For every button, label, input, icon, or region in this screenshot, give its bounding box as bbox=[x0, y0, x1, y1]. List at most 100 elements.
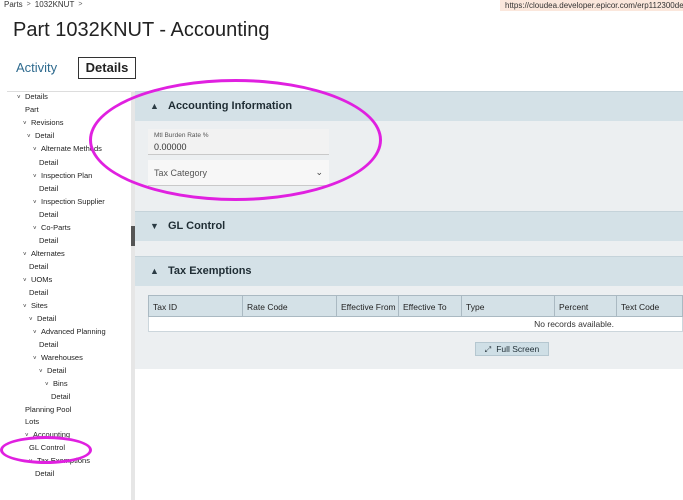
panel-gl-control-header[interactable]: ▼ GL Control bbox=[135, 211, 683, 241]
tree-item-label: Detail bbox=[51, 392, 71, 401]
chevron-down-icon: ˅ bbox=[23, 121, 27, 127]
tree-item-label: GL Control bbox=[29, 443, 65, 452]
expand-icon: ⤢ bbox=[484, 345, 492, 354]
chevron-down-icon: ⌄ bbox=[315, 167, 323, 177]
col-tax-id[interactable]: Tax ID bbox=[149, 296, 243, 316]
tree-item[interactable]: Planning Pool bbox=[25, 405, 71, 414]
tree-item-label: Detail bbox=[35, 131, 55, 140]
tree-item-label: Detail bbox=[29, 288, 49, 297]
tree-item[interactable]: Detail bbox=[39, 184, 58, 193]
tree-item-label: Detail bbox=[37, 314, 57, 323]
tree-item-label: Part bbox=[25, 105, 39, 114]
tree-item-label: Co-Parts bbox=[41, 223, 71, 232]
chevron-up-icon: ▲ bbox=[150, 101, 159, 111]
tree-item-label: Inspection Plan bbox=[41, 171, 93, 180]
chevron-right-icon: > bbox=[26, 1, 31, 8]
tree-item[interactable]: ˅ Warehouses bbox=[33, 353, 83, 364]
tree-item[interactable]: ˅ UOMs bbox=[23, 275, 52, 286]
tree-item[interactable]: ˅ Details bbox=[17, 92, 48, 103]
tree-item[interactable]: ˅ Detail bbox=[29, 314, 56, 325]
full-screen-label: Full Screen bbox=[496, 344, 540, 354]
tree-item[interactable]: ˅ Sites bbox=[23, 301, 48, 312]
tree-item-label: Sites bbox=[31, 301, 48, 310]
chevron-down-icon: ˅ bbox=[29, 317, 33, 323]
tree-item[interactable]: ˅ Inspection Supplier bbox=[33, 197, 105, 208]
tree-item-label: Detail bbox=[39, 340, 59, 349]
tax-category-select[interactable]: Tax Category ⌄ bbox=[148, 160, 329, 186]
tree-item[interactable]: ˅ Alternates bbox=[23, 249, 65, 260]
tree-item-label: Bins bbox=[53, 379, 68, 388]
tree-item[interactable]: ˅ Inspection Plan bbox=[33, 171, 92, 182]
tree-item-label: Detail bbox=[39, 184, 59, 193]
tree-item-label: Details bbox=[25, 92, 48, 101]
tree-item[interactable]: Detail bbox=[29, 288, 48, 297]
col-rate-code[interactable]: Rate Code bbox=[243, 296, 337, 316]
col-effective-to[interactable]: Effective To bbox=[399, 296, 462, 316]
chevron-down-icon: ˅ bbox=[45, 382, 49, 388]
tree-item[interactable]: Detail bbox=[29, 262, 48, 271]
chevron-up-icon: ▲ bbox=[150, 266, 159, 276]
tree-item-label: Detail bbox=[39, 158, 59, 167]
tree-item[interactable]: Detail bbox=[39, 158, 58, 167]
chevron-down-icon: ˅ bbox=[29, 459, 33, 465]
chevron-down-icon: ˅ bbox=[33, 330, 37, 336]
tree-item-label: Detail bbox=[39, 236, 59, 245]
chevron-down-icon: ˅ bbox=[33, 174, 37, 180]
tree-item-label: Detail bbox=[29, 262, 49, 271]
tree-item-label: Revisions bbox=[31, 118, 64, 127]
tree-item[interactable]: Detail bbox=[39, 236, 58, 245]
tree-item-label: Lots bbox=[25, 417, 40, 426]
tree-item[interactable]: Detail bbox=[51, 392, 70, 401]
tab-activity[interactable]: Activity bbox=[16, 60, 57, 75]
full-screen-button[interactable]: ⤢ Full Screen bbox=[475, 342, 549, 356]
tree-item[interactable]: ˅ Tax Exemptions bbox=[29, 456, 90, 467]
tree-item[interactable]: ˅ Co-Parts bbox=[33, 223, 71, 234]
tree-item[interactable]: Detail bbox=[39, 210, 58, 219]
tree-item[interactable]: ˅ Bins bbox=[45, 379, 68, 390]
chevron-down-icon: ˅ bbox=[17, 95, 21, 101]
tree-item-label: Alternate Methods bbox=[41, 144, 102, 153]
tree-item[interactable]: Lots bbox=[25, 417, 39, 426]
col-percent[interactable]: Percent bbox=[555, 296, 617, 316]
panel-tax-exemptions-header[interactable]: ▲ Tax Exemptions bbox=[135, 256, 683, 286]
chevron-down-icon: ▼ bbox=[150, 221, 159, 231]
tree-navigation: ˅ Details Part ˅ Revisions ˅ Detail ˅ Alternate … bbox=[7, 91, 131, 500]
tree-item[interactable]: ˅ Alternate Methods bbox=[33, 144, 102, 155]
chevron-down-icon: ˅ bbox=[25, 433, 29, 439]
burden-rate-value: 0.00000 bbox=[154, 142, 187, 152]
panel-accounting-title: Accounting Information bbox=[168, 100, 293, 112]
tree-item-label: UOMs bbox=[31, 275, 53, 284]
breadcrumb-part[interactable]: 1032KNUT bbox=[35, 0, 75, 9]
tree-item[interactable]: GL Control bbox=[29, 443, 65, 452]
tree-item[interactable]: ˅ Advanced Planning bbox=[33, 327, 106, 338]
col-type[interactable]: Type bbox=[462, 296, 555, 316]
tree-item[interactable]: Detail bbox=[35, 469, 54, 478]
tree-item-label: Detail bbox=[39, 210, 59, 219]
chevron-down-icon: ˅ bbox=[27, 134, 31, 140]
breadcrumb: Parts > 1032KNUT > bbox=[4, 0, 82, 9]
chevron-down-icon: ˅ bbox=[23, 304, 27, 310]
url-bar[interactable]: https://cloudea.developer.epicor.com/erp… bbox=[500, 0, 683, 11]
tree-item-label: Detail bbox=[35, 469, 55, 478]
burden-rate-field[interactable]: Mtl Burden Rate % 0.00000 bbox=[148, 129, 329, 155]
breadcrumb-parts[interactable]: Parts bbox=[4, 0, 23, 9]
tree-item[interactable]: ˅ Revisions bbox=[23, 118, 64, 129]
tree-item[interactable]: Detail bbox=[39, 340, 58, 349]
tree-item-label: Warehouses bbox=[41, 353, 83, 362]
panel-accounting-header[interactable]: ▲ Accounting Information bbox=[135, 91, 683, 121]
tab-details[interactable]: Details bbox=[78, 57, 136, 79]
tree-item-label: Alternates bbox=[31, 249, 65, 258]
tree-item-label: Tax Exemptions bbox=[37, 456, 90, 465]
tree-item[interactable]: ˅ Detail bbox=[27, 131, 54, 142]
tree-item-label: Advanced Planning bbox=[41, 327, 106, 336]
burden-rate-label: Mtl Burden Rate % bbox=[154, 132, 209, 139]
col-effective-from[interactable]: Effective From bbox=[337, 296, 399, 316]
chevron-right-icon: > bbox=[78, 1, 83, 8]
tree-item[interactable]: ˅ Accounting bbox=[25, 430, 70, 441]
tree-item[interactable]: ˅ Detail bbox=[39, 366, 66, 377]
panel-tax-exemptions-title: Tax Exemptions bbox=[168, 265, 252, 277]
col-text-code[interactable]: Text Code bbox=[617, 296, 682, 316]
chevron-down-icon: ˅ bbox=[33, 147, 37, 153]
tree-item[interactable]: Part bbox=[25, 105, 39, 114]
chevron-down-icon: ˅ bbox=[33, 226, 37, 232]
